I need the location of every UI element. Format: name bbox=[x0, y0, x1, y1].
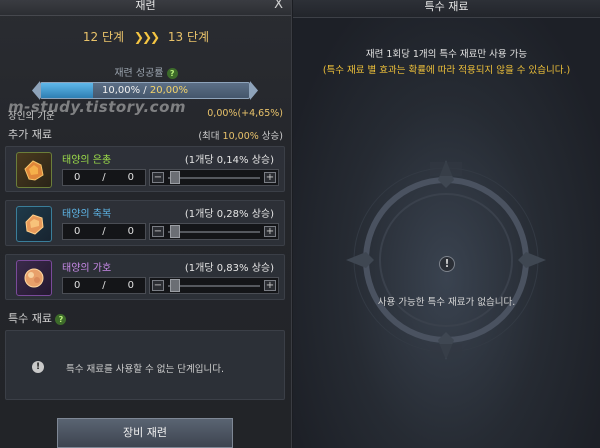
artisan-value: 0,00%(+4,65%) bbox=[207, 108, 283, 119]
equip-refine-button[interactable]: 장비 재련 bbox=[57, 418, 233, 448]
material-row: 태양의 축복 (1개당 0,28% 상승) 0 / 0 − + bbox=[5, 200, 285, 246]
special-title: 특수 재료 bbox=[8, 312, 52, 325]
slider-handle[interactable] bbox=[170, 279, 180, 292]
special-warning-text: (특수 재료 별 효과는 확률에 따라 적용되지 않을 수 있습니다.) bbox=[322, 65, 571, 76]
special-message: 특수 재료를 사용할 수 없는 단계입니다. bbox=[66, 364, 224, 375]
material-name: 태양의 가호 bbox=[62, 263, 112, 274]
minus-button[interactable]: − bbox=[152, 280, 164, 291]
empty-message: 사용 가능한 특수 재료가 없습니다. bbox=[377, 297, 516, 308]
slider-track bbox=[168, 285, 260, 287]
material-rate: (1개당 0,28% 상승) bbox=[184, 209, 274, 220]
success-rate-bar: 10,00% / 20,00% bbox=[32, 81, 258, 100]
success-rate-separator: / bbox=[140, 85, 150, 96]
quantity-field[interactable]: 0 / 0 bbox=[62, 223, 146, 240]
panel-titlebar: 재련 X bbox=[0, 0, 291, 16]
info-icon: ! bbox=[32, 361, 44, 373]
sun-protection-icon[interactable] bbox=[16, 260, 52, 296]
right-panel-title: 특수 재료 bbox=[293, 0, 600, 18]
plus-button[interactable]: + bbox=[264, 172, 276, 183]
qty-separator: / bbox=[102, 280, 106, 291]
sun-grace-icon[interactable] bbox=[16, 152, 52, 188]
special-materials-box: ! 특수 재료를 사용할 수 없는 단계입니다. bbox=[5, 330, 285, 400]
arrows-icon: ❯❯❯ bbox=[133, 30, 160, 44]
owned-value: 0 bbox=[127, 280, 134, 291]
quantity-slider[interactable]: − + bbox=[149, 223, 279, 240]
plus-button[interactable]: + bbox=[264, 226, 276, 237]
success-rate-current: 10,00% bbox=[101, 85, 141, 96]
close-icon[interactable]: X bbox=[274, 0, 283, 11]
minus-button[interactable]: − bbox=[152, 226, 164, 237]
special-materials-heading: 특수 재료 ? bbox=[8, 310, 67, 326]
additional-max-suffix: 상승) bbox=[258, 131, 283, 142]
success-rate-max: 20,00% bbox=[149, 85, 188, 96]
material-rate: (1개당 0,83% 상승) bbox=[184, 263, 274, 274]
watermark: m-study.tistory.com bbox=[8, 98, 187, 116]
quantity-slider[interactable]: − + bbox=[149, 277, 279, 294]
sun-blessing-icon[interactable] bbox=[16, 206, 52, 242]
slider-track bbox=[168, 231, 260, 233]
panel-title: 재련 bbox=[135, 0, 156, 12]
help-icon[interactable]: ? bbox=[166, 67, 178, 79]
owned-value: 0 bbox=[127, 226, 134, 237]
success-rate-label: 재련 성공률 bbox=[114, 68, 164, 79]
stage-from: 12 단계 bbox=[82, 30, 125, 44]
plus-button[interactable]: + bbox=[264, 280, 276, 291]
stage-to: 13 단계 bbox=[167, 30, 210, 44]
success-rate-text: 10,00% / 20,00% bbox=[41, 85, 249, 96]
qty-separator: / bbox=[102, 172, 106, 183]
special-materials-panel: 특수 재료 재련 1회당 1개의 특수 재료만 사용 가능 (특수 재료 별 효… bbox=[293, 0, 600, 448]
material-row: 태양의 가호 (1개당 0,83% 상승) 0 / 0 − + bbox=[5, 254, 285, 300]
info-icon: ! bbox=[439, 256, 455, 272]
refine-panel: 재련 X 12 단계 ❯❯❯ 13 단계 재련 성공률 ? 10,00% / 2… bbox=[0, 0, 292, 448]
material-name: 태양의 은총 bbox=[62, 155, 112, 166]
quantity-slider[interactable]: − + bbox=[149, 169, 279, 186]
additional-max: (최대 10,00% 상승) bbox=[198, 128, 283, 142]
additional-max-value: 10,00% bbox=[222, 131, 259, 142]
additional-max-prefix: (최대 bbox=[198, 131, 223, 142]
slider-handle[interactable] bbox=[170, 171, 180, 184]
bar-right-cap bbox=[250, 81, 258, 100]
material-rate: (1개당 0,14% 상승) bbox=[184, 155, 274, 166]
material-row: 태양의 은총 (1개당 0,14% 상승) 0 / 0 − + bbox=[5, 146, 285, 192]
qty-value: 0 bbox=[73, 226, 81, 237]
material-name: 태양의 축복 bbox=[62, 209, 112, 220]
quantity-field[interactable]: 0 / 0 bbox=[62, 169, 146, 186]
qty-separator: / bbox=[102, 226, 106, 237]
qty-value: 0 bbox=[73, 280, 81, 291]
quantity-field[interactable]: 0 / 0 bbox=[62, 277, 146, 294]
owned-value: 0 bbox=[127, 172, 134, 183]
additional-materials-title: 추가 재료 bbox=[8, 128, 52, 141]
stage-row: 12 단계 ❯❯❯ 13 단계 bbox=[0, 28, 291, 45]
slider-handle[interactable] bbox=[170, 225, 180, 238]
success-rate-heading: 재련 성공률 ? bbox=[0, 64, 291, 79]
help-icon[interactable]: ? bbox=[55, 313, 67, 325]
minus-button[interactable]: − bbox=[152, 172, 164, 183]
special-rule-text: 재련 1회당 1개의 특수 재료만 사용 가능 bbox=[365, 49, 528, 60]
qty-value: 0 bbox=[73, 172, 81, 183]
slider-track bbox=[168, 177, 260, 179]
